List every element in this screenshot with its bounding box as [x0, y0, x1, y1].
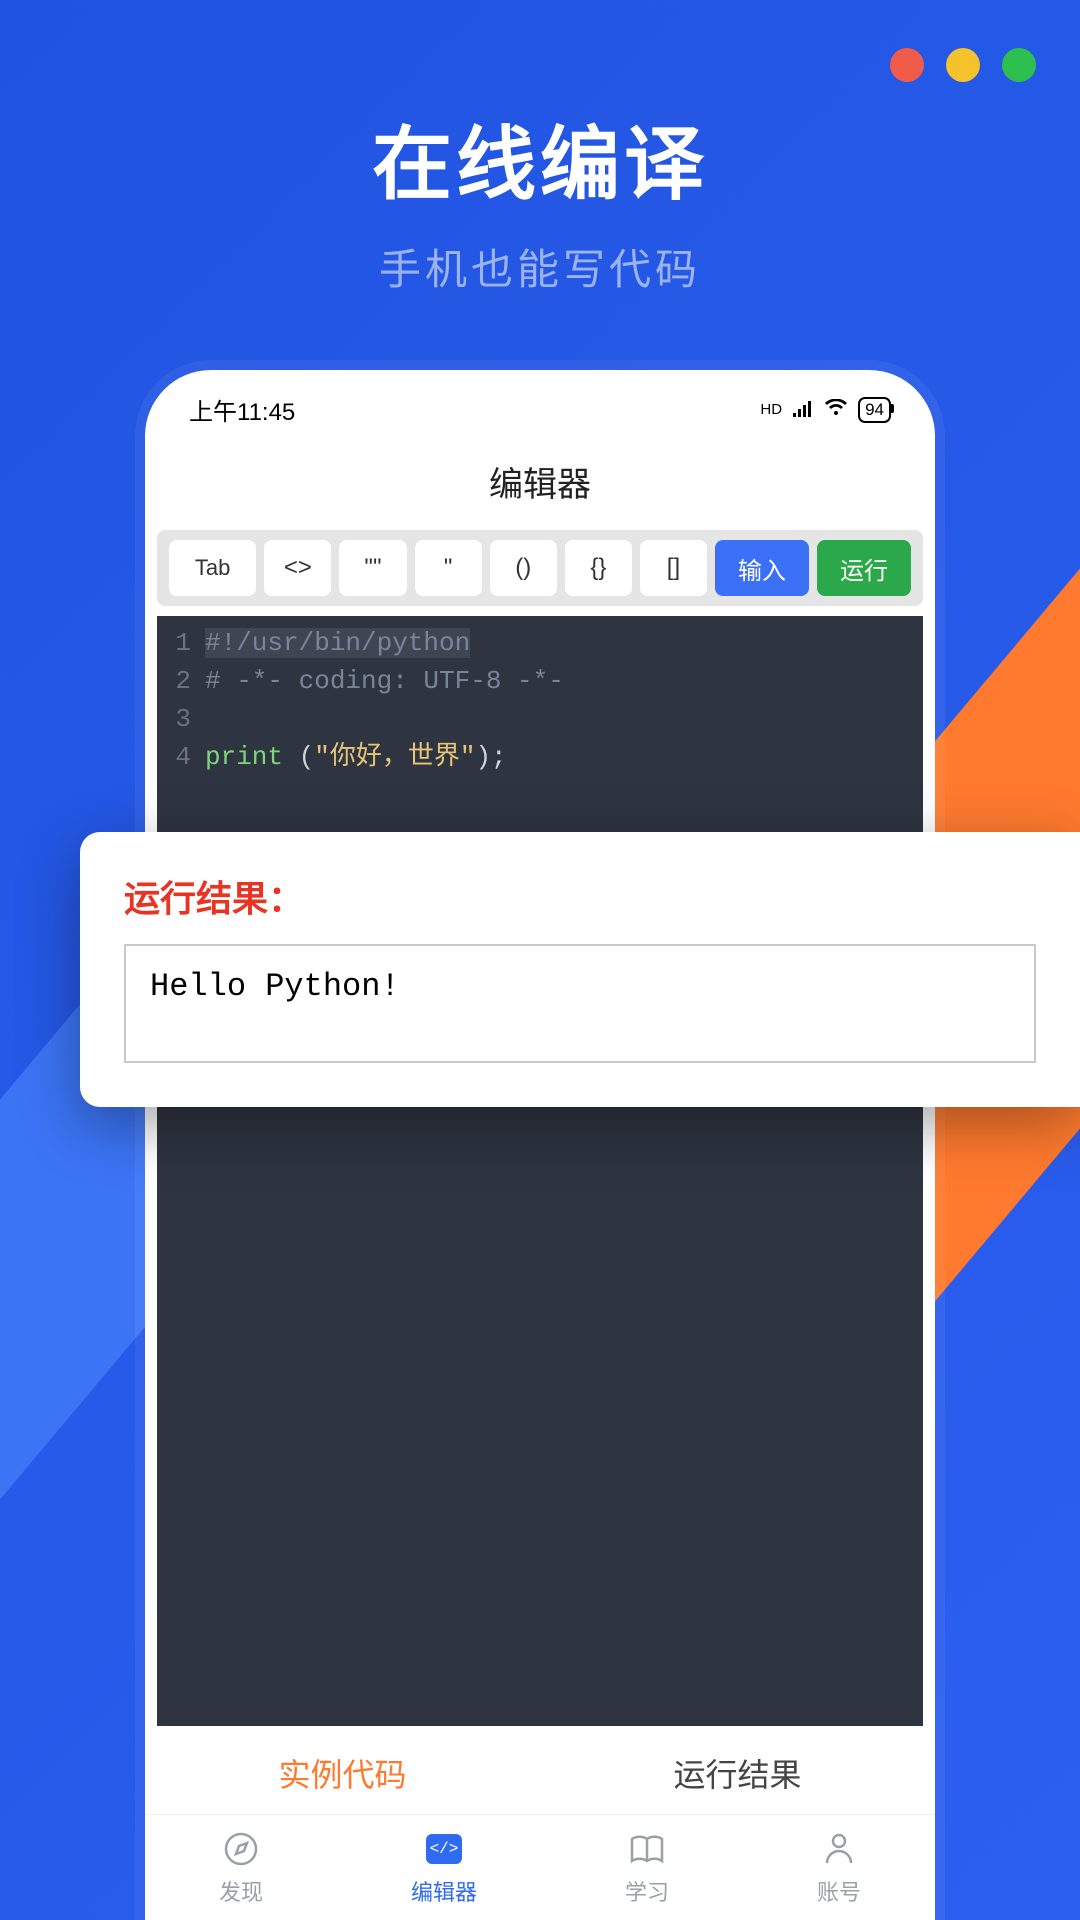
nav-label: 学习	[625, 1875, 669, 1907]
bracket-button[interactable]: []	[640, 540, 707, 596]
tab-button[interactable]: Tab	[169, 540, 256, 596]
page-subtitle: 手机也能写代码	[0, 236, 1080, 297]
result-output: Hello Python!	[124, 944, 1036, 1063]
code-line: 4 print ("你好，世界");	[157, 738, 923, 776]
status-time: 上午11:45	[189, 392, 295, 427]
nav-label: 编辑器	[411, 1875, 477, 1907]
compass-icon	[221, 1829, 261, 1869]
tab-example-code[interactable]: 实例代码	[278, 1750, 406, 1796]
app-title: 编辑器	[145, 437, 935, 530]
battery-icon: 94	[858, 397, 891, 423]
nav-discover[interactable]: 发现	[219, 1829, 263, 1907]
nav-label: 发现	[219, 1875, 263, 1907]
page-title: 在线编译	[0, 100, 1080, 216]
traffic-lights	[890, 48, 1036, 82]
hd-icon: HD	[760, 402, 782, 417]
single-quote-button[interactable]: "	[415, 540, 482, 596]
editor-toolbar: Tab <> "" " () {} [] 输入 运行	[157, 530, 923, 606]
sub-tabs: 实例代码 运行结果	[145, 1726, 935, 1814]
double-quote-button[interactable]: ""	[339, 540, 406, 596]
signal-icon	[792, 396, 814, 424]
code-editor[interactable]: 1 #!/usr/bin/python 2 # -*- coding: UTF-…	[157, 616, 923, 1726]
book-icon	[627, 1829, 667, 1869]
bottom-nav: 发现 编辑器 学习 账号	[145, 1814, 935, 1920]
page-header: 在线编译 手机也能写代码	[0, 0, 1080, 297]
result-card: 运行结果： Hello Python!	[80, 832, 1080, 1107]
result-title: 运行结果：	[124, 870, 1036, 922]
nav-editor[interactable]: 编辑器	[411, 1829, 477, 1907]
run-button[interactable]: 运行	[817, 540, 911, 596]
person-icon	[819, 1829, 859, 1869]
angle-brackets-button[interactable]: <>	[264, 540, 331, 596]
brace-button[interactable]: {}	[565, 540, 632, 596]
status-bar: 上午11:45 HD 94	[145, 370, 935, 437]
input-button[interactable]: 输入	[715, 540, 809, 596]
code-icon	[424, 1829, 464, 1869]
wifi-icon	[824, 396, 848, 424]
code-line: 2 # -*- coding: UTF-8 -*-	[157, 662, 923, 700]
tab-run-result[interactable]: 运行结果	[673, 1750, 801, 1796]
yellow-dot-icon	[946, 48, 980, 82]
nav-account[interactable]: 账号	[817, 1829, 861, 1907]
code-line: 3	[157, 700, 923, 738]
nav-learn[interactable]: 学习	[625, 1829, 669, 1907]
green-dot-icon	[1002, 48, 1036, 82]
phone-frame: 上午11:45 HD 94 编辑器 Tab <> "" " () {} [] 输…	[145, 370, 935, 1920]
paren-button[interactable]: ()	[490, 540, 557, 596]
code-line: 1 #!/usr/bin/python	[157, 624, 923, 662]
nav-label: 账号	[817, 1875, 861, 1907]
red-dot-icon	[890, 48, 924, 82]
